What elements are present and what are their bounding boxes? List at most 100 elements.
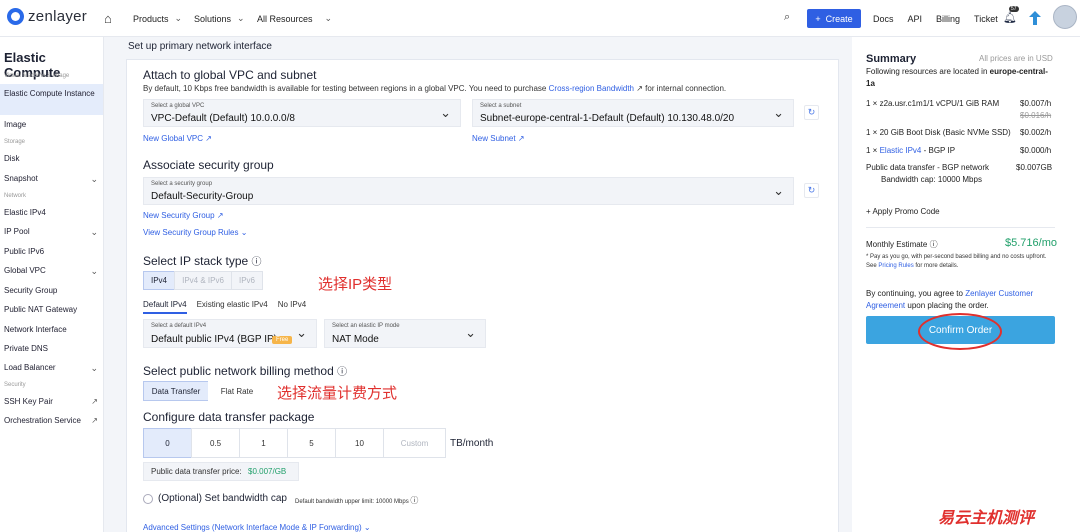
docs-link[interactable]: Docs xyxy=(873,14,894,24)
pricing-rules-link[interactable]: Pricing Rules xyxy=(878,263,913,269)
advanced-settings-link[interactable]: Advanced Settings (Network Interface Mod… xyxy=(143,523,371,532)
bell-icon[interactable]: 🔔︎ xyxy=(1003,11,1017,24)
agreement-text-2: upon placing the order. xyxy=(907,301,989,310)
sg-select[interactable]: Select a security group Default-Security… xyxy=(143,177,794,205)
info-icon[interactable]: ⓘ xyxy=(410,496,418,505)
sidebar-item-global-vpc[interactable]: Global VPC ⌄ xyxy=(0,266,103,276)
chevron-down-icon: ⌄ xyxy=(90,266,98,276)
sidebar-item-network-interface[interactable]: Network Interface xyxy=(0,325,103,334)
package-unit: TB/month xyxy=(450,438,494,449)
zenlayer-logo[interactable]: zenlayer xyxy=(7,8,87,25)
refresh-subnet-icon[interactable]: ↻ xyxy=(804,105,819,120)
main-content: Set up primary network interface Attach … xyxy=(104,37,850,532)
vpc-select[interactable]: Select a global VPC VPC-Default (Default… xyxy=(143,99,461,127)
sidebar-item-image[interactable]: Image xyxy=(0,120,103,129)
help-icon[interactable]: ⓘ xyxy=(337,367,347,378)
billing-flat-rate[interactable]: Flat Rate xyxy=(208,381,266,401)
api-link[interactable]: API xyxy=(908,14,923,24)
chevron-down-icon: ⌄ xyxy=(324,13,333,23)
billing-title-text: Select public network billing method xyxy=(143,364,334,378)
elastic-ipv4-link[interactable]: Elastic IPv4 xyxy=(880,146,922,155)
package-selector: 0 0.5 1 5 10 Custom xyxy=(143,428,446,458)
sidebar-item-elastic-ipv4[interactable]: Elastic IPv4 xyxy=(0,208,103,217)
chevron-down-icon: ⌄ xyxy=(240,228,248,237)
default-ipv4-select[interactable]: Select a default IPv4 Default public IPv… xyxy=(143,319,317,348)
sidebar-item-ip-pool[interactable]: IP Pool ⌄ xyxy=(0,227,103,237)
search-icon[interactable]: ⌕ xyxy=(784,11,790,24)
refresh-sg-icon[interactable]: ↻ xyxy=(804,183,819,198)
sidebar-item-security-group[interactable]: Security Group xyxy=(0,286,103,295)
sidebar-item-nat-gateway[interactable]: Public NAT Gateway xyxy=(0,305,103,314)
avatar[interactable] xyxy=(1053,5,1077,29)
package-option-10[interactable]: 10 xyxy=(335,428,384,458)
home-icon[interactable]: ⌂ xyxy=(104,11,112,26)
summary-line-1-price: $0.007/h xyxy=(1020,99,1052,108)
nav-solutions[interactable]: Solutions ⌄ xyxy=(194,0,245,37)
sidebar-item-snapshot-label: Snapshot xyxy=(4,174,38,183)
billing-data-transfer[interactable]: Data Transfer xyxy=(143,381,209,401)
ip-stack-ipv4-ipv6[interactable]: IPv4 & IPv6 xyxy=(174,271,232,290)
help-icon[interactable]: ⓘ xyxy=(252,257,262,268)
tab-no-ipv4[interactable]: No IPv4 xyxy=(278,300,306,314)
sidebar-section-storage: Storage xyxy=(4,139,26,145)
summary-line-3-price: $0.000/h xyxy=(1020,146,1052,155)
vpc-select-value: VPC-Default (Default) 10.0.0.0/8 xyxy=(151,113,295,124)
sidebar-item-disk[interactable]: Disk xyxy=(0,154,103,163)
nav-all-resources[interactable]: All Resources ⌄ xyxy=(257,0,332,37)
bandwidth-cap-note: Default bandwidth upper limit: 10000 Mbp… xyxy=(295,495,418,506)
sidebar-item-instance[interactable]: Elastic Compute Instance xyxy=(0,84,103,115)
new-vpc-label: New Global VPC xyxy=(143,134,204,143)
sg-select-label: Select a security group xyxy=(151,181,213,187)
subnet-select[interactable]: Select a subnet Subnet-europe-central-1-… xyxy=(472,99,794,127)
bandwidth-cap-note-text: Default bandwidth upper limit: 10000 Mbp… xyxy=(295,499,409,505)
new-subnet-link[interactable]: New Subnet ↗ xyxy=(472,134,525,143)
agreement-text: By continuing, you agree to Zenlayer Cus… xyxy=(866,288,1058,312)
info-icon[interactable]: ⓘ xyxy=(930,240,938,249)
located-label: Following resources are located in xyxy=(866,67,988,76)
tab-existing-ipv4[interactable]: Existing elastic IPv4 xyxy=(197,300,268,314)
ip-stack-selector: IPv4 IPv4 & IPv6 IPv6 xyxy=(143,271,263,290)
external-link-icon: ↗ xyxy=(216,211,224,220)
nav-products[interactable]: Products ⌄ xyxy=(133,0,182,37)
apply-promo-link[interactable]: + Apply Promo Code xyxy=(866,207,940,216)
nav-products-label: Products xyxy=(133,13,169,24)
ip-stack-ipv4[interactable]: IPv4 xyxy=(143,271,175,290)
watermark: 易云主机测评 xyxy=(938,510,1035,527)
bandwidth-cap-title[interactable]: (Optional) Set bandwidth cap xyxy=(158,493,287,504)
sidebar-item-ssh-key[interactable]: SSH Key Pair ↗ xyxy=(0,397,103,406)
nav-solutions-label: Solutions xyxy=(194,13,232,24)
ticket-link[interactable]: Ticket xyxy=(974,14,998,24)
chevron-down-icon: ⌄ xyxy=(237,13,245,23)
chevron-down-icon: ⌄ xyxy=(363,523,371,532)
sidebar-item-private-dns[interactable]: Private DNS xyxy=(0,344,103,353)
user-status-icon[interactable] xyxy=(1029,11,1041,25)
eip-mode-select[interactable]: Select an elastic IP mode NAT Mode ⌄ xyxy=(324,319,486,348)
package-option-1[interactable]: 1 xyxy=(239,428,288,458)
billing-link[interactable]: Billing xyxy=(936,14,960,24)
new-vpc-link[interactable]: New Global VPC ↗ xyxy=(143,134,212,143)
package-option-custom[interactable]: Custom xyxy=(383,428,446,458)
view-sg-rules-link[interactable]: View Security Group Rules ⌄ xyxy=(143,228,247,237)
chevron-down-icon: ⌄ xyxy=(773,105,784,120)
ip-stack-ipv6[interactable]: IPv6 xyxy=(231,271,263,290)
sidebar-item-public-ipv6[interactable]: Public IPv6 xyxy=(0,247,103,256)
price-box: Public data transfer price: $0.007/GB xyxy=(143,462,299,481)
cross-region-link[interactable]: Cross-region Bandwidth xyxy=(549,84,634,93)
sidebar-item-snapshot[interactable]: Snapshot ⌄ xyxy=(0,174,103,184)
sg-title: Associate security group xyxy=(143,158,274,172)
package-option-0[interactable]: 0 xyxy=(143,428,192,458)
sidebar-item-orchestration[interactable]: Orchestration Service ↗ xyxy=(0,416,103,425)
new-subnet-label: New Subnet xyxy=(472,134,516,143)
new-sg-link[interactable]: New Security Group ↗ xyxy=(143,211,224,220)
monthly-label-text: Monthly Estimate xyxy=(866,240,928,249)
notification-badge: 57 xyxy=(1009,6,1019,12)
chevron-down-icon: ⌄ xyxy=(90,174,98,184)
ip-stack-title-text: Select IP stack type xyxy=(143,254,249,268)
package-option-5[interactable]: 5 xyxy=(287,428,336,458)
summary-line-4-price: $0.007GB xyxy=(1016,163,1053,172)
bandwidth-cap-radio[interactable] xyxy=(143,494,153,504)
tab-default-ipv4[interactable]: Default IPv4 xyxy=(143,300,187,314)
package-option-0-5[interactable]: 0.5 xyxy=(191,428,240,458)
create-button[interactable]: + Create xyxy=(807,9,861,28)
sidebar-item-load-balancer[interactable]: Load Balancer ⌄ xyxy=(0,363,103,373)
